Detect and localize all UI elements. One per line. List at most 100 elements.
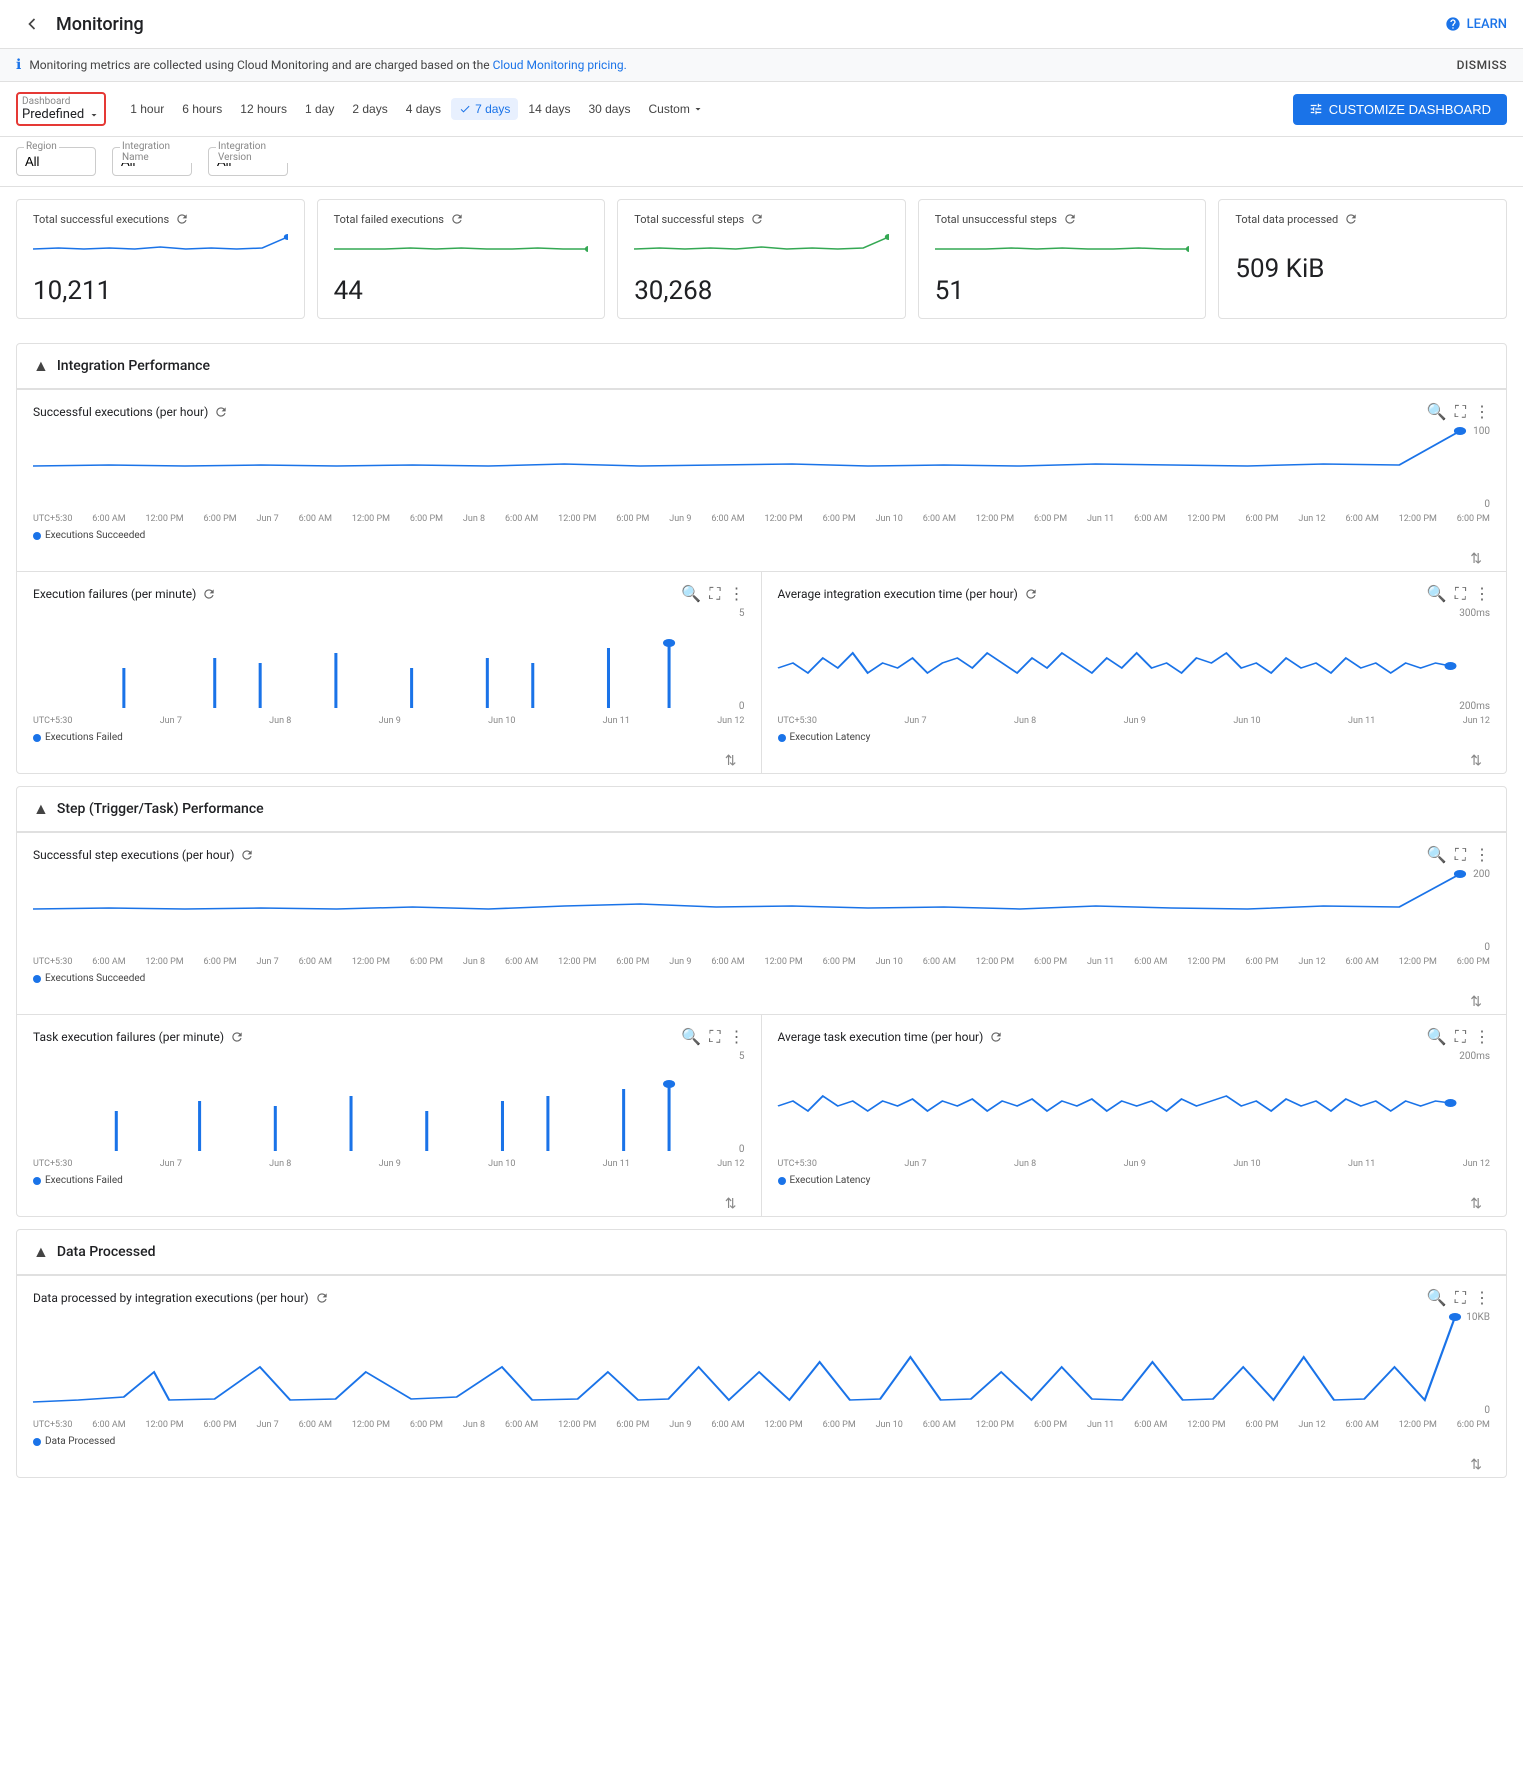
integration-version-filter[interactable]: Integration Version All: [208, 147, 288, 176]
expand-icon-7[interactable]: ⛶: [1455, 1288, 1466, 1308]
pricing-link[interactable]: Cloud Monitoring pricing.: [493, 58, 627, 72]
back-button[interactable]: [16, 8, 48, 40]
chart-axis-1: UTC+5:306:00 AM12:00 PM6:00 PMJun 76:00 …: [33, 512, 1490, 526]
y-max-6: 200ms: [1459, 1051, 1490, 1062]
more-icon-7[interactable]: ⋮: [1474, 1288, 1490, 1308]
stat-card-successful-executions: Total successful executions 10,211: [16, 199, 305, 319]
stat-value-4: 51: [935, 276, 1190, 306]
data-processed-header[interactable]: ▲ Data Processed: [17, 1230, 1506, 1275]
page-title: Monitoring: [56, 14, 144, 35]
scroll-arrows-2[interactable]: ⇅: [725, 753, 737, 769]
scroll-arrows-5[interactable]: ⇅: [725, 1196, 737, 1212]
region-filter[interactable]: Region All: [16, 147, 96, 176]
data-processed-section: ▲ Data Processed Data processed by integ…: [16, 1229, 1507, 1478]
zoom-icon-4[interactable]: 🔍: [1427, 845, 1447, 865]
time-4days[interactable]: 4 days: [398, 98, 449, 120]
learn-label: LEARN: [1467, 17, 1507, 32]
chart-axis-2: UTC+5:30Jun 7Jun 8Jun 9Jun 10Jun 11Jun 1…: [33, 714, 745, 728]
zoom-icon-5[interactable]: 🔍: [681, 1027, 701, 1047]
controls-bar: Dashboard Predefined 1 hour 6 hours 12 h…: [0, 82, 1523, 137]
scroll-arrows-7[interactable]: ⇅: [1470, 1457, 1482, 1473]
scroll-arrows-4[interactable]: ⇅: [1470, 994, 1482, 1010]
data-processed-chart: Data processed by integration executions…: [17, 1275, 1506, 1477]
y-min-7: 0: [1484, 1405, 1490, 1416]
chart-axis-5: UTC+5:30Jun 7Jun 8Jun 9Jun 10Jun 11Jun 1…: [33, 1157, 745, 1171]
chart-title-avg-task: Average task execution time (per hour): [778, 1030, 984, 1044]
chart-title-step-success: Successful step executions (per hour): [33, 848, 234, 862]
section-title-integration: Integration Performance: [57, 358, 210, 374]
stat-value-2: 44: [334, 276, 589, 306]
info-message: Monitoring metrics are collected using C…: [29, 58, 489, 72]
stat-title-2: Total failed executions: [334, 213, 444, 226]
zoom-icon-6[interactable]: 🔍: [1427, 1027, 1447, 1047]
dashboard-selector[interactable]: Dashboard Predefined: [16, 92, 106, 126]
y-min-2: 0: [739, 701, 745, 712]
scroll-arrows-3[interactable]: ⇅: [1470, 753, 1482, 769]
chart-title-data-proc: Data processed by integration executions…: [33, 1291, 309, 1305]
time-1day[interactable]: 1 day: [297, 98, 342, 120]
two-col-charts-2: Task execution failures (per minute) 🔍 ⛶…: [17, 1014, 1506, 1216]
stat-card-successful-steps: Total successful steps 30,268: [617, 199, 906, 319]
stat-card-data-processed: Total data processed 509 KiB: [1218, 199, 1507, 319]
expand-icon-6[interactable]: ⛶: [1455, 1027, 1466, 1047]
expand-icon-5[interactable]: ⛶: [709, 1027, 720, 1047]
filter-bar: Region All Integration Name All Integrat…: [0, 137, 1523, 187]
legend-exec-fail: Executions Failed: [33, 728, 745, 751]
scroll-arrows-1[interactable]: ⇅: [1470, 551, 1482, 567]
more-icon-2[interactable]: ⋮: [729, 584, 745, 604]
legend-exec-latency: Execution Latency: [778, 728, 1491, 751]
time-6hours[interactable]: 6 hours: [174, 98, 230, 120]
more-icon-3[interactable]: ⋮: [1474, 584, 1490, 604]
dashboard-value: Predefined: [22, 107, 84, 122]
more-icon-4[interactable]: ⋮: [1474, 845, 1490, 865]
more-icon-6[interactable]: ⋮: [1474, 1027, 1490, 1047]
expand-icon-4[interactable]: ⛶: [1455, 845, 1466, 865]
section-title-step: Step (Trigger/Task) Performance: [57, 801, 264, 817]
task-exec-failures-chart: Task execution failures (per minute) 🔍 ⛶…: [17, 1015, 762, 1216]
stat-card-failed-executions: Total failed executions 44: [317, 199, 606, 319]
time-14days[interactable]: 14 days: [520, 98, 578, 120]
chart-title-successful-exec: Successful executions (per hour): [33, 405, 208, 419]
more-icon-1[interactable]: ⋮: [1474, 402, 1490, 422]
collapse-icon-3: ▲: [33, 1242, 49, 1262]
exec-failures-chart: Execution failures (per minute) 🔍 ⛶ ⋮ 5: [17, 572, 762, 773]
section-title-data: Data Processed: [57, 1244, 156, 1260]
time-range-buttons: 1 hour 6 hours 12 hours 1 day 2 days 4 d…: [122, 98, 712, 120]
time-12hours[interactable]: 12 hours: [232, 98, 295, 120]
stat-title-4: Total unsuccessful steps: [935, 213, 1057, 226]
legend-step-success: Executions Succeeded: [33, 969, 1490, 992]
scroll-arrows-6[interactable]: ⇅: [1470, 1196, 1482, 1212]
customize-dashboard-button[interactable]: CUSTOMIZE DASHBOARD: [1293, 94, 1507, 125]
stat-title-5: Total data processed: [1235, 213, 1338, 226]
zoom-icon-7[interactable]: 🔍: [1427, 1288, 1447, 1308]
legend-task-fail: Executions Failed: [33, 1171, 745, 1194]
zoom-icon-2[interactable]: 🔍: [681, 584, 701, 604]
stat-card-unsuccessful-steps: Total unsuccessful steps 51: [918, 199, 1207, 319]
y-min-1: 0: [1484, 499, 1490, 510]
learn-button[interactable]: LEARN: [1445, 16, 1507, 32]
integration-performance-section: ▲ Integration Performance Successful exe…: [16, 343, 1507, 774]
legend-successful-exec: Executions Succeeded: [33, 526, 1490, 549]
integration-performance-header[interactable]: ▲ Integration Performance: [17, 344, 1506, 389]
legend-data-proc: Data Processed: [33, 1432, 1490, 1455]
expand-icon-2[interactable]: ⛶: [709, 584, 720, 604]
expand-icon-1[interactable]: ⛶: [1455, 402, 1466, 422]
integration-name-filter[interactable]: Integration Name All: [112, 147, 192, 176]
y-mid-3: 200ms: [1459, 701, 1490, 712]
zoom-icon-1[interactable]: 🔍: [1427, 402, 1447, 422]
stat-title-1: Total successful executions: [33, 213, 169, 226]
time-2days[interactable]: 2 days: [344, 98, 395, 120]
expand-icon-3[interactable]: ⛶: [1455, 584, 1466, 604]
more-icon-5[interactable]: ⋮: [729, 1027, 745, 1047]
dashboard-select[interactable]: Predefined: [22, 107, 100, 122]
dismiss-button[interactable]: DISMISS: [1457, 58, 1507, 72]
time-custom[interactable]: Custom: [640, 98, 711, 120]
chart-axis-3: UTC+5:30Jun 7Jun 8Jun 9Jun 10Jun 11Jun 1…: [778, 714, 1491, 728]
time-1hour[interactable]: 1 hour: [122, 98, 172, 120]
step-performance-header[interactable]: ▲ Step (Trigger/Task) Performance: [17, 787, 1506, 832]
time-7days[interactable]: 7 days: [451, 98, 518, 120]
zoom-icon-3[interactable]: 🔍: [1427, 584, 1447, 604]
y-min-4: 0: [1484, 942, 1490, 953]
avg-exec-time-chart: Average integration execution time (per …: [762, 572, 1507, 773]
time-30days[interactable]: 30 days: [580, 98, 638, 120]
